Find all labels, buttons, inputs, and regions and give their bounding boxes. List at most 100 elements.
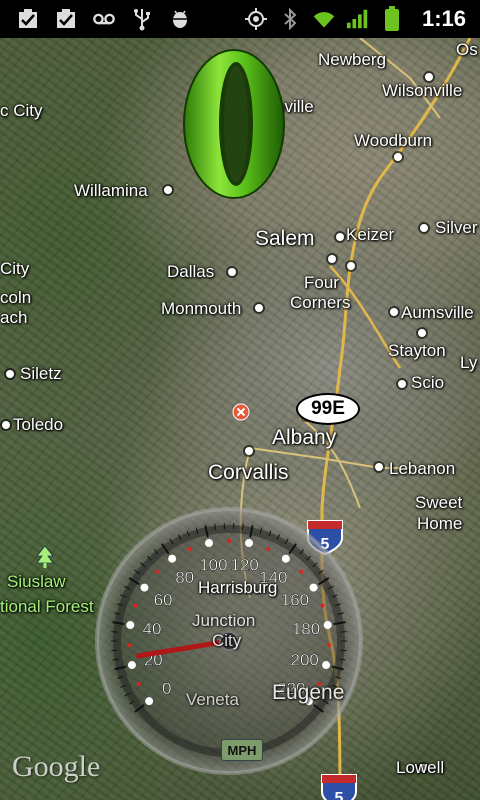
place-label-albany[interactable]: Albany <box>272 426 336 450</box>
wifi-icon <box>312 7 336 31</box>
route-99e-shield: 99E <box>296 393 360 425</box>
voicemail-icon <box>92 7 116 31</box>
speedometer-major-dot <box>127 661 136 670</box>
place-dot <box>228 268 236 276</box>
place-label-eugene[interactable]: Eugene <box>272 681 344 705</box>
place-label-toledo[interactable]: Toledo <box>13 415 63 435</box>
place-label-siuslaw[interactable]: Siuslaw <box>7 572 66 592</box>
checkbox-icon <box>54 7 78 31</box>
speedometer-major-dot <box>168 554 177 563</box>
speedometer-minor-dot <box>136 681 141 686</box>
gps-icon <box>244 7 268 31</box>
status-bar: 1:16 <box>0 0 480 38</box>
place-label-lowell[interactable]: Lowell <box>396 758 444 778</box>
place-dot <box>6 370 14 378</box>
speedometer-minor-dot <box>154 569 159 574</box>
speedometer-minor-dot <box>187 547 192 552</box>
speedometer-major-dot <box>281 554 290 563</box>
app-logo-icon[interactable] <box>182 48 286 200</box>
place-label-home[interactable]: Home <box>417 514 462 534</box>
usb-icon <box>130 7 154 31</box>
place-label-four[interactable]: Four <box>304 273 339 293</box>
place-dot <box>164 186 172 194</box>
place-dot <box>425 73 433 81</box>
place-label-sweet[interactable]: Sweet <box>415 493 462 513</box>
place-label-dallas[interactable]: Dallas <box>167 262 214 282</box>
place-label-woodburn[interactable]: Woodburn <box>354 131 432 151</box>
speedometer-tick-label: 200 <box>291 651 319 670</box>
place-label-wilsonville[interactable]: Wilsonville <box>382 81 462 101</box>
place-dot <box>420 224 428 232</box>
place-dot <box>245 447 253 455</box>
place-dot <box>394 153 402 161</box>
place-label-harrisburg[interactable]: Harrisburg <box>198 578 277 598</box>
speedometer-minor-dot <box>266 547 271 552</box>
speed-unit-label: MPH <box>221 739 263 761</box>
google-watermark: Google <box>12 750 101 783</box>
battery-icon <box>380 6 404 31</box>
place-label-aumsville[interactable]: Aumsville <box>401 303 474 323</box>
speedometer-minor-dot <box>320 603 325 608</box>
place-dot <box>375 463 383 471</box>
speedometer-tick-label: 180 <box>292 620 320 639</box>
status-time: 1:16 <box>421 6 466 31</box>
speedometer-major-dot <box>126 621 135 630</box>
place-dot <box>336 233 344 241</box>
place-label-lebanon[interactable]: Lebanon <box>389 459 455 479</box>
speedometer-minor-dot <box>127 643 132 648</box>
speedometer-major-dot <box>204 539 213 548</box>
speedometer-minor-dot <box>299 569 304 574</box>
place-label-scio[interactable]: Scio <box>411 373 444 393</box>
forest-tree-icon <box>36 545 54 573</box>
speedometer-tick-label: 160 <box>281 590 309 609</box>
speedometer-major-dot <box>309 583 318 592</box>
place-dot <box>347 262 355 270</box>
speedometer-major-dot <box>140 583 149 592</box>
place-dot <box>328 255 336 263</box>
place-label-veneta[interactable]: Veneta <box>186 690 239 710</box>
speedometer-minor-dot <box>227 539 231 543</box>
speedometer-major-dot <box>322 661 331 670</box>
location-marker-icon[interactable] <box>232 403 250 426</box>
place-label-corvallis[interactable]: Corvallis <box>208 461 289 485</box>
signal-icon <box>346 7 370 31</box>
place-label-coln[interactable]: coln <box>0 288 31 308</box>
place-label-ly[interactable]: Ly <box>460 353 477 373</box>
place-label-os[interactable]: Os <box>456 40 478 60</box>
place-label-siletz[interactable]: Siletz <box>20 364 62 384</box>
speedometer-major-dot <box>145 697 154 706</box>
bluetooth-icon <box>278 7 302 31</box>
place-label-keizer[interactable]: Keizer <box>346 225 394 245</box>
place-label-c-city[interactable]: c City <box>0 101 43 121</box>
place-label-junction-city[interactable]: City <box>212 631 241 651</box>
place-label-ach[interactable]: ach <box>0 308 27 328</box>
speedometer-tick-label: 80 <box>175 568 194 587</box>
place-label-stayton[interactable]: Stayton <box>388 341 446 361</box>
place-dot <box>255 304 263 312</box>
place-dot <box>398 380 406 388</box>
checkbox-icon <box>16 7 40 31</box>
place-dot <box>2 421 10 429</box>
android-debug-icon <box>168 7 192 31</box>
place-dot <box>390 308 398 316</box>
speedometer-tick-label: 0 <box>162 679 171 698</box>
speedometer-tick-label: 100 <box>199 556 227 575</box>
place-label-city[interactable]: City <box>0 259 29 279</box>
speedometer-major-dot <box>323 621 332 630</box>
place-label-willamina[interactable]: Willamina <box>74 181 148 201</box>
speedometer-minor-dot <box>326 643 331 648</box>
speedometer-tick-label: 120 <box>230 556 258 575</box>
place-label-newberg[interactable]: Newberg <box>318 50 386 70</box>
speedometer-minor-dot <box>133 603 138 608</box>
place-label-junction[interactable]: Junction <box>192 611 255 631</box>
place-label-monmouth[interactable]: Monmouth <box>161 299 241 319</box>
speedometer-tick-label: 40 <box>143 620 162 639</box>
interstate-bottom-number: 5 <box>335 790 344 800</box>
place-dot <box>418 329 426 337</box>
place-label-corners[interactable]: Corners <box>290 293 350 313</box>
place-label-national-forest[interactable]: tional Forest <box>0 597 94 617</box>
place-label-silver[interactable]: Silver <box>435 218 478 238</box>
speedometer-major-dot <box>245 539 254 548</box>
speedometer-tick-label: 60 <box>154 590 173 609</box>
place-label-salem[interactable]: Salem <box>255 227 315 251</box>
